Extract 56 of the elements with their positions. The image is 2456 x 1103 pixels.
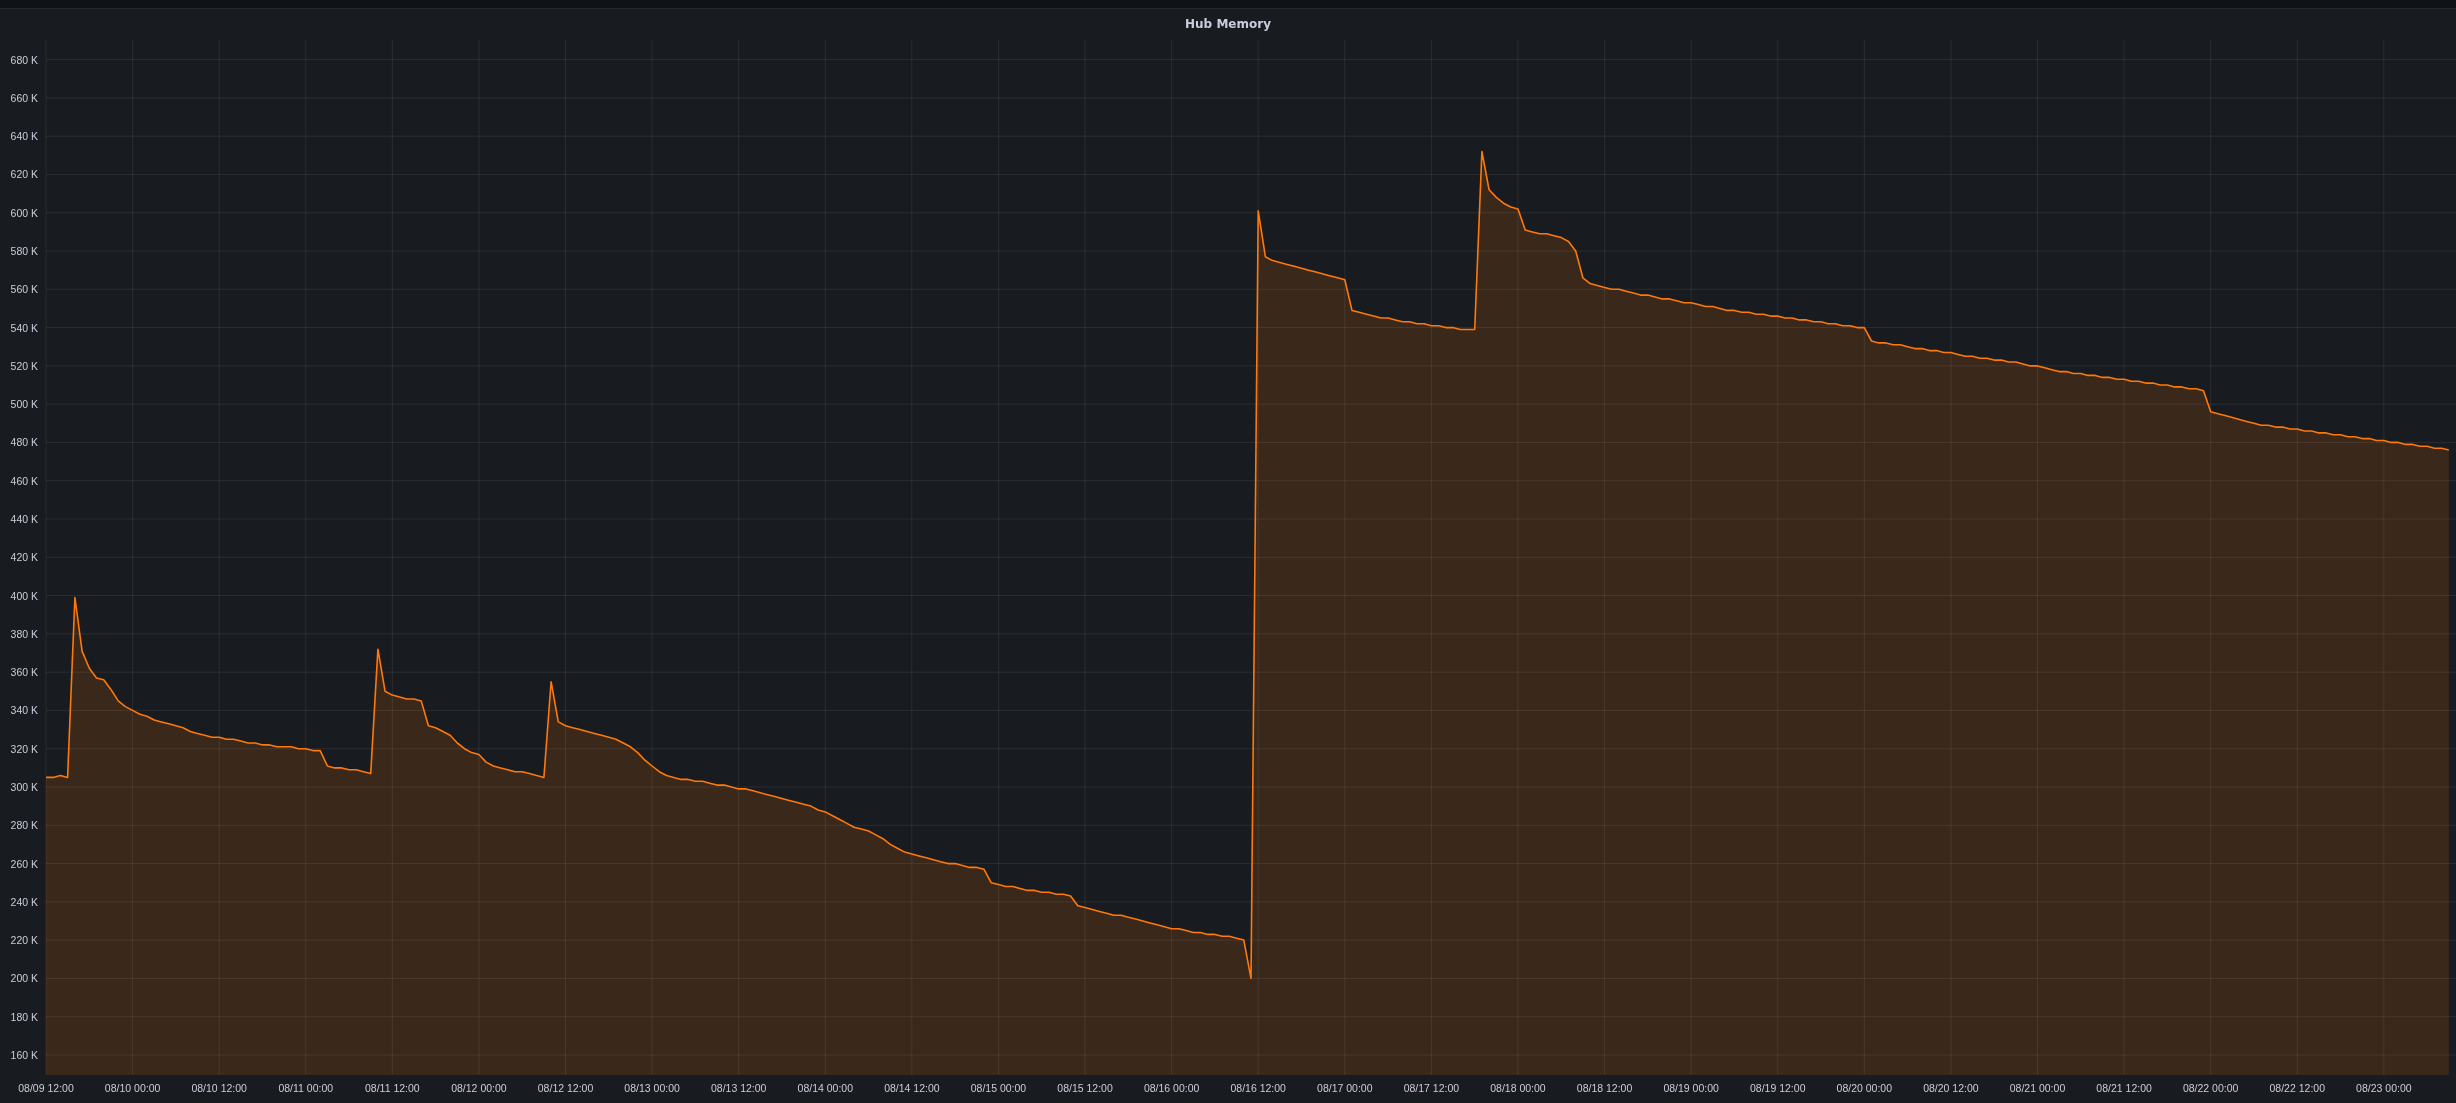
x-axis-label: 08/21 00:00 [2009,1082,2066,1094]
y-axis-label: 200 K [10,972,38,985]
y-axis-label: 320 K [10,742,38,755]
y-axis-label: 640 K [10,130,38,143]
y-axis-label: 420 K [10,551,38,564]
x-axis-label: 08/11 12:00 [365,1082,420,1094]
y-axis-label: 600 K [10,206,38,219]
y-axis-label: 340 K [10,704,38,717]
y-axis-label: 220 K [10,934,38,947]
y-axis-label: 520 K [10,359,38,372]
y-axis-label: 560 K [10,283,38,296]
y-axis-label: 620 K [10,168,38,181]
x-axis-label: 08/15 00:00 [970,1082,1027,1094]
x-axis-label: 08/22 12:00 [2269,1082,2325,1094]
x-axis-label: 08/18 00:00 [1490,1082,1546,1094]
y-axis-label: 180 K [10,1010,38,1023]
x-axis-label: 08/16 12:00 [1230,1082,1286,1094]
x-axis-label: 08/14 12:00 [884,1082,940,1094]
y-axis-label: 680 K [10,53,38,66]
y-axis-label: 300 K [10,781,38,793]
y-axis-label: 480 K [10,436,38,449]
x-axis-label: 08/10 00:00 [104,1082,161,1094]
x-axis-label: 08/22 00:00 [2182,1082,2239,1094]
y-axis-label: 260 K [10,857,38,870]
x-axis-label: 08/21 12:00 [2096,1082,2152,1094]
x-axis-label: 08/23 00:00 [2356,1082,2412,1094]
x-axis-label: 08/17 12:00 [1403,1082,1460,1094]
y-axis-label: 360 K [10,666,38,679]
y-axis-label: 460 K [10,474,38,487]
x-axis-label: 08/20 12:00 [1923,1082,1979,1094]
x-axis-label: 08/13 00:00 [624,1082,680,1094]
y-axis-label: 280 K [10,819,38,832]
x-axis-label: 08/16 00:00 [1143,1082,1200,1094]
y-axis-label: 400 K [10,589,38,602]
x-axis-label: 08/17 00:00 [1317,1082,1373,1094]
x-axis-label: 08/19 00:00 [1663,1082,1719,1094]
y-axis-label: 500 K [10,398,38,411]
y-axis-label: 660 K [10,91,38,104]
y-axis-label: 240 K [10,895,38,908]
panel-title: Hub Memory [1185,16,1271,31]
x-axis-label: 08/19 12:00 [1750,1082,1806,1094]
x-axis-label: 08/12 00:00 [451,1082,507,1094]
y-axis-label: 380 K [10,627,38,640]
y-axis-label: 540 K [10,321,38,334]
x-axis-label: 08/10 12:00 [191,1082,247,1094]
x-axis-label: 08/20 00:00 [1836,1082,1893,1094]
y-axis-label: 440 K [10,513,38,525]
x-axis-label: 08/09 12:00 [18,1082,74,1094]
x-axis-label: 08/11 00:00 [278,1082,334,1094]
y-axis-label: 160 K [10,1049,38,1061]
x-axis-label: 08/14 00:00 [797,1082,853,1094]
x-axis-label: 08/15 12:00 [1057,1082,1113,1094]
x-axis-label: 08/12 12:00 [537,1082,594,1094]
x-axis-label: 08/13 12:00 [710,1082,767,1094]
x-axis-label: 08/18 12:00 [1576,1082,1633,1094]
y-axis-label: 580 K [10,245,38,257]
